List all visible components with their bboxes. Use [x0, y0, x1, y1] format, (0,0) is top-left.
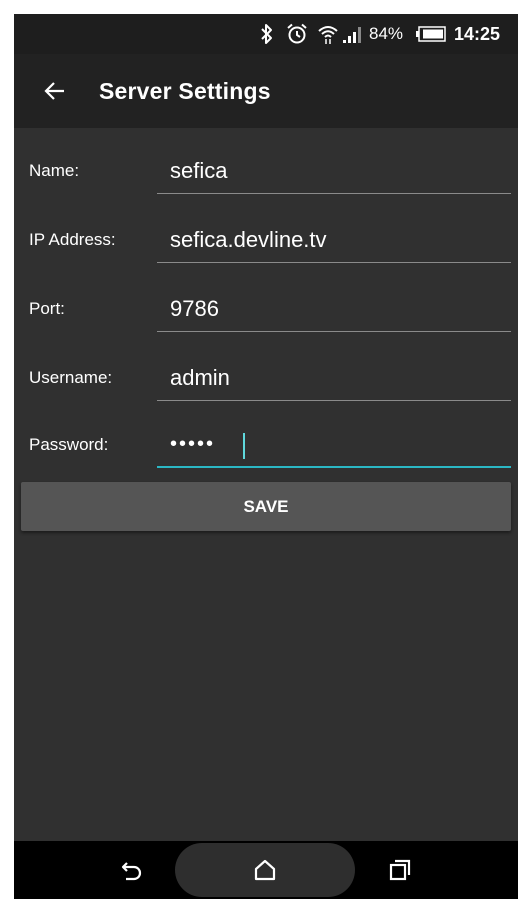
app-screen: 84% 14:25 Server Settings Name: IP Addre…	[14, 14, 518, 899]
port-label: Port:	[29, 299, 65, 318]
name-label: Name:	[29, 161, 80, 180]
wifi-icon	[317, 14, 339, 54]
app-toolbar: Server Settings	[14, 54, 518, 128]
port-input[interactable]	[157, 286, 511, 332]
recent-apps-icon	[389, 859, 411, 881]
password-field-wrap	[157, 422, 511, 468]
nav-back-button[interactable]	[104, 841, 160, 899]
navigation-bar	[14, 841, 518, 899]
name-input[interactable]	[157, 148, 511, 194]
ip-address-label: IP Address:	[29, 230, 116, 249]
back-button[interactable]	[30, 66, 80, 116]
ip-address-input[interactable]	[157, 217, 511, 263]
battery-percent: 84%	[369, 24, 404, 43]
form-row-ip-address: IP Address:	[14, 217, 518, 285]
form-row-username: Username:	[14, 355, 518, 423]
username-input[interactable]	[157, 355, 511, 401]
clock: 14:25	[454, 23, 501, 44]
battery-icon	[416, 14, 446, 54]
nav-recent-apps-button[interactable]	[372, 841, 428, 899]
bluetooth-icon	[260, 14, 274, 54]
page-title: Server Settings	[99, 77, 271, 104]
form-row-password: Password:	[14, 422, 518, 490]
alarm-icon	[286, 14, 308, 54]
status-bar: 84% 14:25	[14, 14, 518, 54]
form-row-port: Port:	[14, 286, 518, 354]
form-row-name: Name:	[14, 148, 518, 216]
username-label: Username:	[29, 368, 113, 387]
nav-home-button[interactable]	[175, 843, 355, 897]
arrow-left-icon	[44, 82, 64, 100]
home-icon	[254, 859, 276, 881]
back-icon	[121, 862, 142, 881]
password-label: Password:	[29, 435, 109, 454]
signal-icon	[341, 14, 363, 54]
text-cursor	[243, 433, 245, 459]
password-input[interactable]	[157, 422, 511, 468]
save-button[interactable]: SAVE	[21, 482, 511, 531]
